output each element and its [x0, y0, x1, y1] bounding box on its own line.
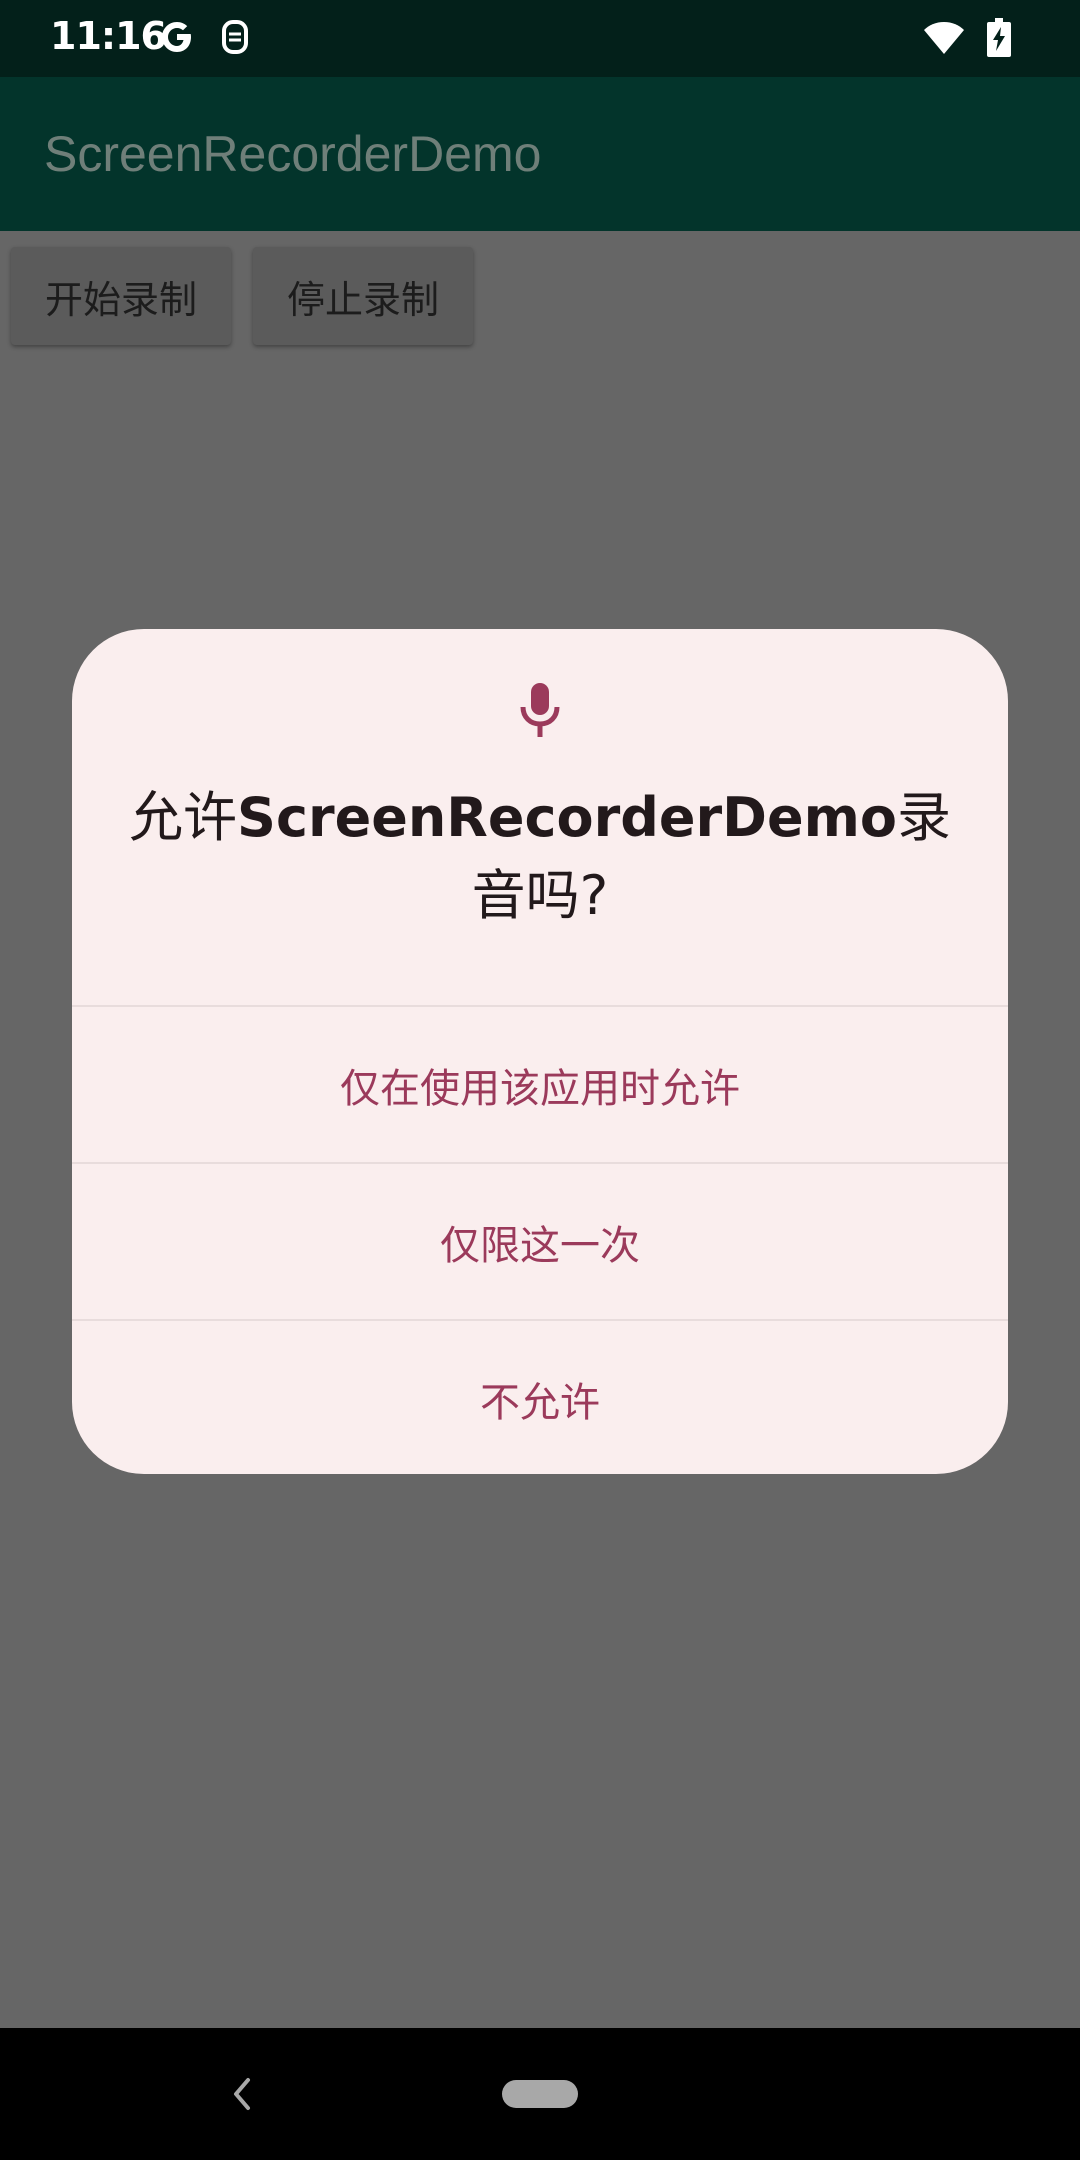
status-left-icons: [156, 16, 250, 62]
google-icon: [156, 16, 198, 62]
stop-recording-button[interactable]: 停止录制: [253, 247, 473, 345]
app-bar: ScreenRecorderDemo: [0, 77, 1080, 231]
allow-once-button[interactable]: 仅限这一次: [72, 1164, 1008, 1319]
status-time: 11:16: [50, 14, 167, 58]
dialog-title: 允许ScreenRecorderDemo录音吗?: [112, 779, 968, 935]
battery-charging-icon: [986, 18, 1012, 62]
home-pill-icon[interactable]: [502, 2080, 578, 2108]
dialog-title-prefix: 允许: [129, 786, 238, 849]
allow-while-using-button[interactable]: 仅在使用该应用时允许: [72, 1007, 1008, 1162]
deny-button[interactable]: 不允许: [72, 1321, 1008, 1474]
start-recording-button[interactable]: 开始录制: [11, 247, 231, 345]
microphone-icon: [516, 681, 564, 741]
navigation-bar: [0, 2028, 1080, 2160]
app-title: ScreenRecorderDemo: [44, 126, 542, 182]
status-right-icons: [922, 18, 1012, 62]
status-bar: 11:16: [0, 0, 1080, 77]
dialog-title-app-name: ScreenRecorderDemo: [237, 786, 897, 849]
wifi-icon: [922, 20, 966, 60]
sim-icon: [220, 17, 250, 61]
permission-dialog: 允许ScreenRecorderDemo录音吗? 仅在使用该应用时允许 仅限这一…: [72, 629, 1008, 1474]
back-icon[interactable]: [222, 2072, 262, 2116]
